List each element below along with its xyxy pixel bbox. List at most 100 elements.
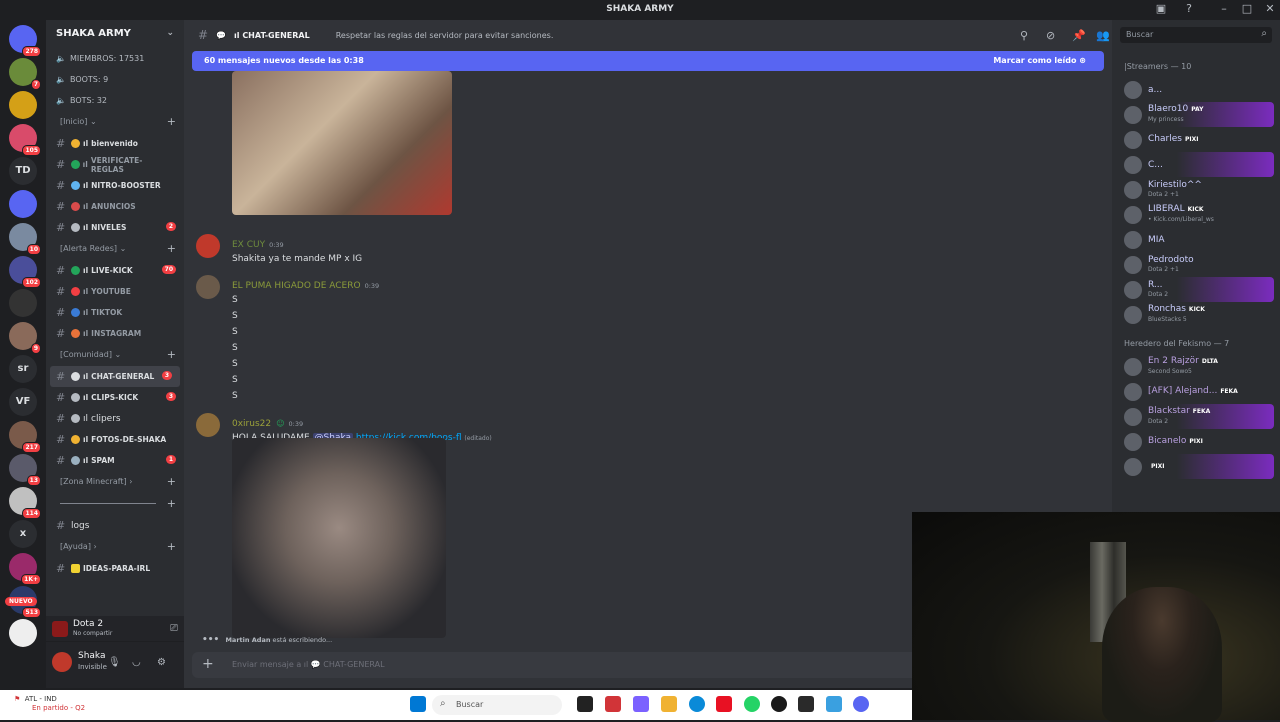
- server-icon[interactable]: [9, 619, 37, 647]
- member-item[interactable]: [AFK] Alejand... FEKA: [1112, 379, 1280, 404]
- server-icon[interactable]: 102: [9, 256, 41, 288]
- task-view-icon[interactable]: [577, 696, 593, 712]
- gear-icon[interactable]: ⚙: [157, 657, 166, 668]
- server-icon[interactable]: 278: [9, 25, 41, 57]
- threads-icon[interactable]: ⚲: [1020, 29, 1028, 42]
- discord-icon[interactable]: [853, 696, 869, 712]
- help-icon[interactable]: ?: [1181, 2, 1197, 15]
- server-icon[interactable]: [9, 289, 37, 317]
- server-icon[interactable]: 7: [9, 58, 41, 90]
- avatar[interactable]: [196, 275, 220, 299]
- message-author[interactable]: EL PUMA HIGADO DE ACERO: [232, 281, 361, 291]
- member-item[interactable]: C...: [1112, 152, 1274, 177]
- channel-item[interactable]: # ıl INSTAGRAM: [46, 323, 184, 344]
- server-icon[interactable]: TD: [9, 157, 37, 185]
- channel-logs[interactable]: # logs: [46, 515, 184, 536]
- copilot-icon[interactable]: [633, 696, 649, 712]
- whatsapp-icon[interactable]: [744, 696, 760, 712]
- channel-item[interactable]: # ıl bienvenido: [46, 133, 184, 154]
- user-info[interactable]: Shaka Invisible 🎙 ◡ ⚙: [46, 642, 184, 682]
- channel-item[interactable]: # ıl VERIFICATE-REGLAS: [46, 154, 184, 175]
- server-icon[interactable]: 1K+: [9, 553, 41, 585]
- server-icon[interactable]: 217: [9, 421, 41, 453]
- weather-widget[interactable]: ⚑ ATL - IND En partido - Q2: [14, 695, 85, 713]
- close-button[interactable]: ✕: [1262, 2, 1278, 15]
- app-icon[interactable]: [798, 696, 814, 712]
- add-channel-icon[interactable]: +: [167, 348, 176, 361]
- avatar[interactable]: [196, 413, 220, 437]
- member-item[interactable]: Kiriestilo^^ Dota 2 +1: [1112, 177, 1280, 202]
- minimize-button[interactable]: –: [1216, 2, 1232, 15]
- server-icon[interactable]: 9: [9, 322, 41, 354]
- member-item[interactable]: MIA: [1112, 227, 1280, 252]
- member-item[interactable]: LIBERAL KICK • Kick.com/Liberal_ws: [1112, 202, 1280, 227]
- channel-item[interactable]: # ıl SPAM 1: [46, 450, 184, 471]
- message-image[interactable]: [232, 438, 446, 638]
- channel-item[interactable]: # ıl FOTOS-DE-SHAKA: [46, 429, 184, 450]
- server-icon[interactable]: [9, 91, 37, 119]
- category-divider[interactable]: +: [46, 493, 184, 515]
- member-item[interactable]: Blackstar FEKA Dota 2: [1112, 404, 1274, 429]
- activity-panel[interactable]: Dota 2 No compartir ⎚: [46, 616, 184, 642]
- windows-start-icon[interactable]: [410, 696, 426, 712]
- channel-item[interactable]: # ıl TIKTOK: [46, 302, 184, 323]
- category-zona-minecraft[interactable]: [Zona Minecraft] › +: [46, 471, 184, 493]
- channel-item[interactable]: # ıl CLIPS-KICK 3: [46, 387, 184, 408]
- pin-icon[interactable]: 📌: [1072, 29, 1086, 42]
- member-item[interactable]: En 2 Rajzör DLTA Second Sowo5: [1112, 354, 1280, 379]
- file-explorer-icon[interactable]: [661, 696, 677, 712]
- add-channel-icon[interactable]: +: [167, 540, 176, 553]
- stat-channel[interactable]: 🔈 MIEMBROS: 17531: [46, 48, 184, 69]
- category-header[interactable]: [Alerta Redes] ⌄ +: [46, 238, 184, 260]
- message-image[interactable]: [232, 71, 452, 215]
- obs-icon[interactable]: [771, 696, 787, 712]
- add-channel-icon[interactable]: +: [167, 242, 176, 255]
- channel-item[interactable]: # ıl clipers: [46, 408, 184, 429]
- inbox-icon[interactable]: ▣: [1153, 2, 1169, 15]
- search-input[interactable]: Buscar ⌕: [1120, 27, 1272, 43]
- member-item[interactable]: Pedrodoto Dota 2 +1: [1112, 252, 1280, 277]
- server-icon[interactable]: x: [9, 520, 37, 548]
- message-author[interactable]: EX CUY: [232, 240, 265, 250]
- maximize-button[interactable]: □: [1239, 2, 1255, 15]
- stat-channel[interactable]: 🔈 BOOTS: 9: [46, 69, 184, 90]
- member-item[interactable]: Bicanelo PIXI: [1112, 429, 1280, 454]
- message-author[interactable]: 0xirus22: [232, 419, 271, 429]
- channel-ideas[interactable]: # IDEAS-PARA-IRL: [46, 558, 184, 579]
- taskbar-search[interactable]: ⌕ Buscar: [432, 695, 562, 715]
- channel-item[interactable]: # ıl NITRO-BOOSTER: [46, 175, 184, 196]
- add-channel-icon[interactable]: +: [167, 497, 176, 510]
- app-icon[interactable]: [716, 696, 732, 712]
- server-icon[interactable]: sr: [9, 355, 37, 383]
- new-messages-bar[interactable]: 60 mensajes nuevos desde las 0:38 Marcar…: [192, 51, 1104, 71]
- member-item[interactable]: R... Dota 2: [1112, 277, 1274, 302]
- notification-icon[interactable]: ⊘: [1046, 29, 1055, 42]
- server-icon[interactable]: 114: [9, 487, 41, 519]
- add-attachment-icon[interactable]: +: [202, 656, 214, 672]
- member-item[interactable]: Blaero10 PAY My princess: [1112, 102, 1274, 127]
- screen-share-icon[interactable]: ⎚: [170, 623, 178, 634]
- member-item[interactable]: Ronchas KICK BlueStacks 5: [1112, 302, 1280, 327]
- add-channel-icon[interactable]: +: [167, 475, 176, 488]
- stat-channel[interactable]: 🔈 BOTS: 32: [46, 90, 184, 111]
- channel-item[interactable]: # ıl LIVE-KICK 70: [46, 260, 184, 281]
- category-ayuda[interactable]: [Ayuda] › +: [46, 536, 184, 558]
- server-icon[interactable]: [9, 190, 37, 218]
- member-list-icon[interactable]: 👥: [1096, 29, 1110, 42]
- server-icon[interactable]: VF: [9, 388, 37, 416]
- server-header[interactable]: SHAKA ARMY ⌄: [46, 20, 184, 48]
- server-icon[interactable]: 10: [9, 223, 41, 255]
- channel-item[interactable]: # ıl CHAT-GENERAL 3: [50, 366, 180, 387]
- add-channel-icon[interactable]: +: [167, 115, 176, 128]
- member-item[interactable]: PIXI: [1112, 454, 1274, 479]
- channel-item[interactable]: # ıl NIVELES 2: [46, 217, 184, 238]
- avatar[interactable]: [52, 652, 72, 672]
- member-item[interactable]: Charles PIXI: [1112, 127, 1280, 152]
- channel-item[interactable]: # ıl ANUNCIOS: [46, 196, 184, 217]
- microphone-icon[interactable]: 🎙: [108, 657, 121, 668]
- mark-as-read-button[interactable]: Marcar como leído ⊛: [993, 56, 1086, 65]
- server-icon[interactable]: 13: [9, 454, 41, 486]
- app-icon[interactable]: [605, 696, 621, 712]
- server-icon[interactable]: 105: [9, 124, 41, 156]
- avatar[interactable]: [196, 234, 220, 258]
